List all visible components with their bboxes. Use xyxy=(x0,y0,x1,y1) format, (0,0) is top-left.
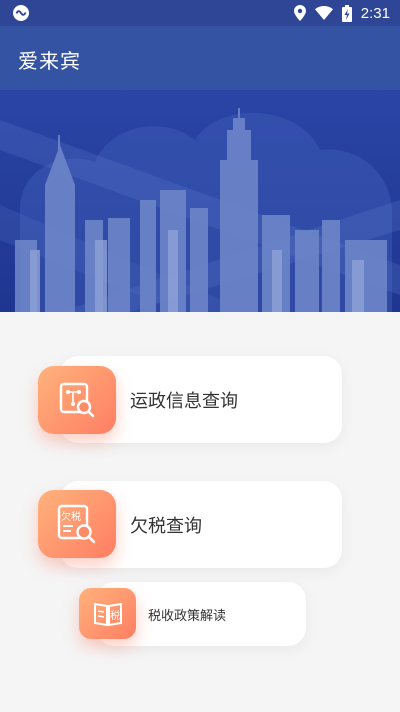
tax-policy-book-icon[interactable]: 税 xyxy=(79,588,136,639)
status-time: 2:31 xyxy=(360,4,390,22)
location-icon xyxy=(293,5,306,21)
app-bar: 爱来宾 xyxy=(0,26,400,90)
app-notification-icon xyxy=(12,4,30,22)
status-bar: 2:31 xyxy=(0,0,400,26)
wifi-icon xyxy=(314,6,333,20)
city-skyline-illustration xyxy=(0,90,400,312)
menu-label-tax-policy: 税收政策解读 xyxy=(148,609,227,624)
menu-label-transport: 运政信息查询 xyxy=(130,391,238,412)
page-title: 爱来宾 xyxy=(18,49,81,73)
transport-info-search-icon[interactable] xyxy=(38,366,116,434)
battery-charging-icon xyxy=(341,4,352,22)
menu-label-tax-arrears: 欠税查询 xyxy=(130,516,202,537)
city-skyline-banner xyxy=(0,90,400,312)
tax-arrears-search-icon[interactable]: 欠税 xyxy=(38,490,116,558)
tax-arrears-icon-text: 欠税 xyxy=(61,510,81,523)
tax-policy-icon-text: 税 xyxy=(110,609,120,622)
